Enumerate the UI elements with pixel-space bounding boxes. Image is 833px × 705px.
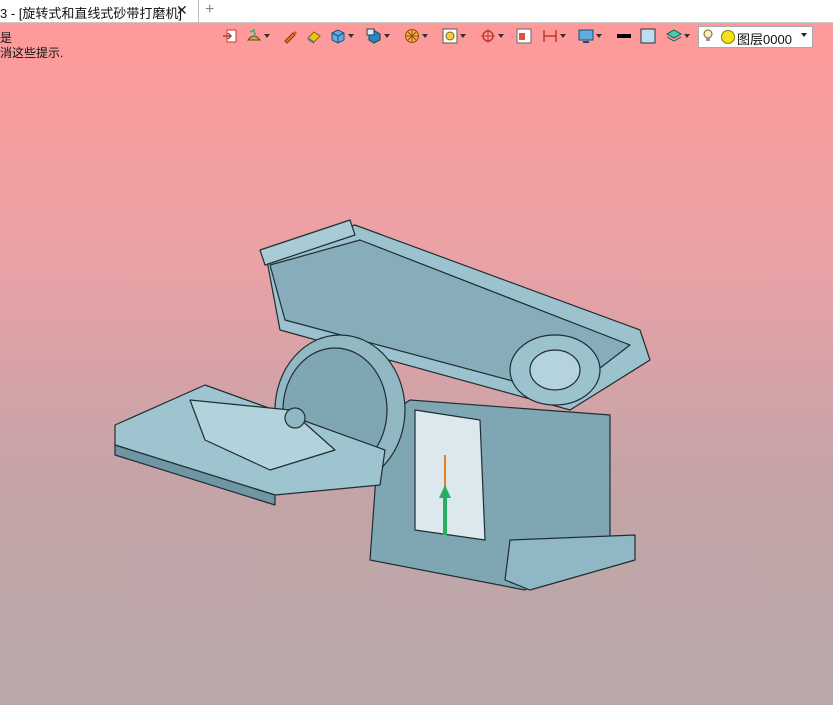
tab-bar: 3 - [旋转式和直线式砂带打磨机] ✕ +	[0, 0, 833, 23]
chevron-down-icon	[596, 34, 602, 38]
pencil-icon	[284, 31, 297, 44]
layer-selector[interactable]: 图层0000	[698, 26, 813, 48]
tab-title: 3 - [旋转式和直线式砂带打磨机]	[0, 6, 183, 21]
window-select-button[interactable]	[514, 25, 542, 47]
chevron-down-icon	[264, 34, 270, 38]
zoom-fit-button[interactable]	[440, 25, 468, 47]
view-cube-icon	[366, 28, 381, 44]
shading-mode-icon	[246, 28, 262, 41]
chevron-down-icon	[384, 34, 390, 38]
layer-color-dot	[721, 30, 735, 44]
chevron-down-icon	[460, 34, 466, 38]
target-icon	[481, 29, 495, 43]
new-tab-icon[interactable]: +	[205, 1, 214, 19]
close-icon[interactable]: ✕	[176, 2, 188, 19]
belt-drum-face	[529, 349, 581, 391]
window-icon	[516, 28, 532, 44]
eraser-icon	[307, 31, 321, 44]
prompt-line-2: 消这些提示.	[0, 46, 64, 60]
miter-knob	[284, 407, 306, 429]
fill-color-button[interactable]	[638, 25, 666, 47]
sander-3d-model[interactable]	[110, 210, 670, 600]
chevron-down-icon	[498, 34, 504, 38]
base-foot	[504, 534, 636, 591]
solid-display-button[interactable]	[328, 25, 356, 47]
chevron-down-icon[interactable]	[801, 33, 807, 37]
tab-document[interactable]: 3 - [旋转式和直线式砂带打磨机] ✕	[0, 0, 199, 22]
monitor-icon	[578, 29, 594, 43]
display-settings-button[interactable]	[576, 25, 604, 47]
layer-stack-icon	[666, 29, 682, 42]
lightbulb-icon	[703, 29, 713, 41]
render-ball-icon	[405, 29, 419, 43]
shading-mode-button[interactable]	[244, 25, 272, 47]
fill-color-icon	[640, 28, 656, 44]
snap-target-button[interactable]	[478, 25, 506, 47]
chevron-down-icon	[560, 34, 566, 38]
layer-manager-button[interactable]	[664, 25, 692, 47]
motor-cavity	[414, 409, 486, 541]
view-orientation-button[interactable]	[364, 25, 392, 47]
dimension-icon	[543, 30, 557, 42]
line-color-icon	[617, 34, 631, 38]
layer-name: 图层0000	[737, 32, 792, 47]
dimension-button[interactable]	[540, 25, 568, 47]
render-mode-button[interactable]	[402, 25, 430, 47]
exit-sketch-icon	[223, 29, 237, 43]
solid-box-icon	[331, 29, 345, 44]
zoom-fit-icon	[442, 28, 458, 44]
chevron-down-icon	[348, 34, 354, 38]
chevron-down-icon	[422, 34, 428, 38]
chevron-down-icon	[684, 34, 690, 38]
